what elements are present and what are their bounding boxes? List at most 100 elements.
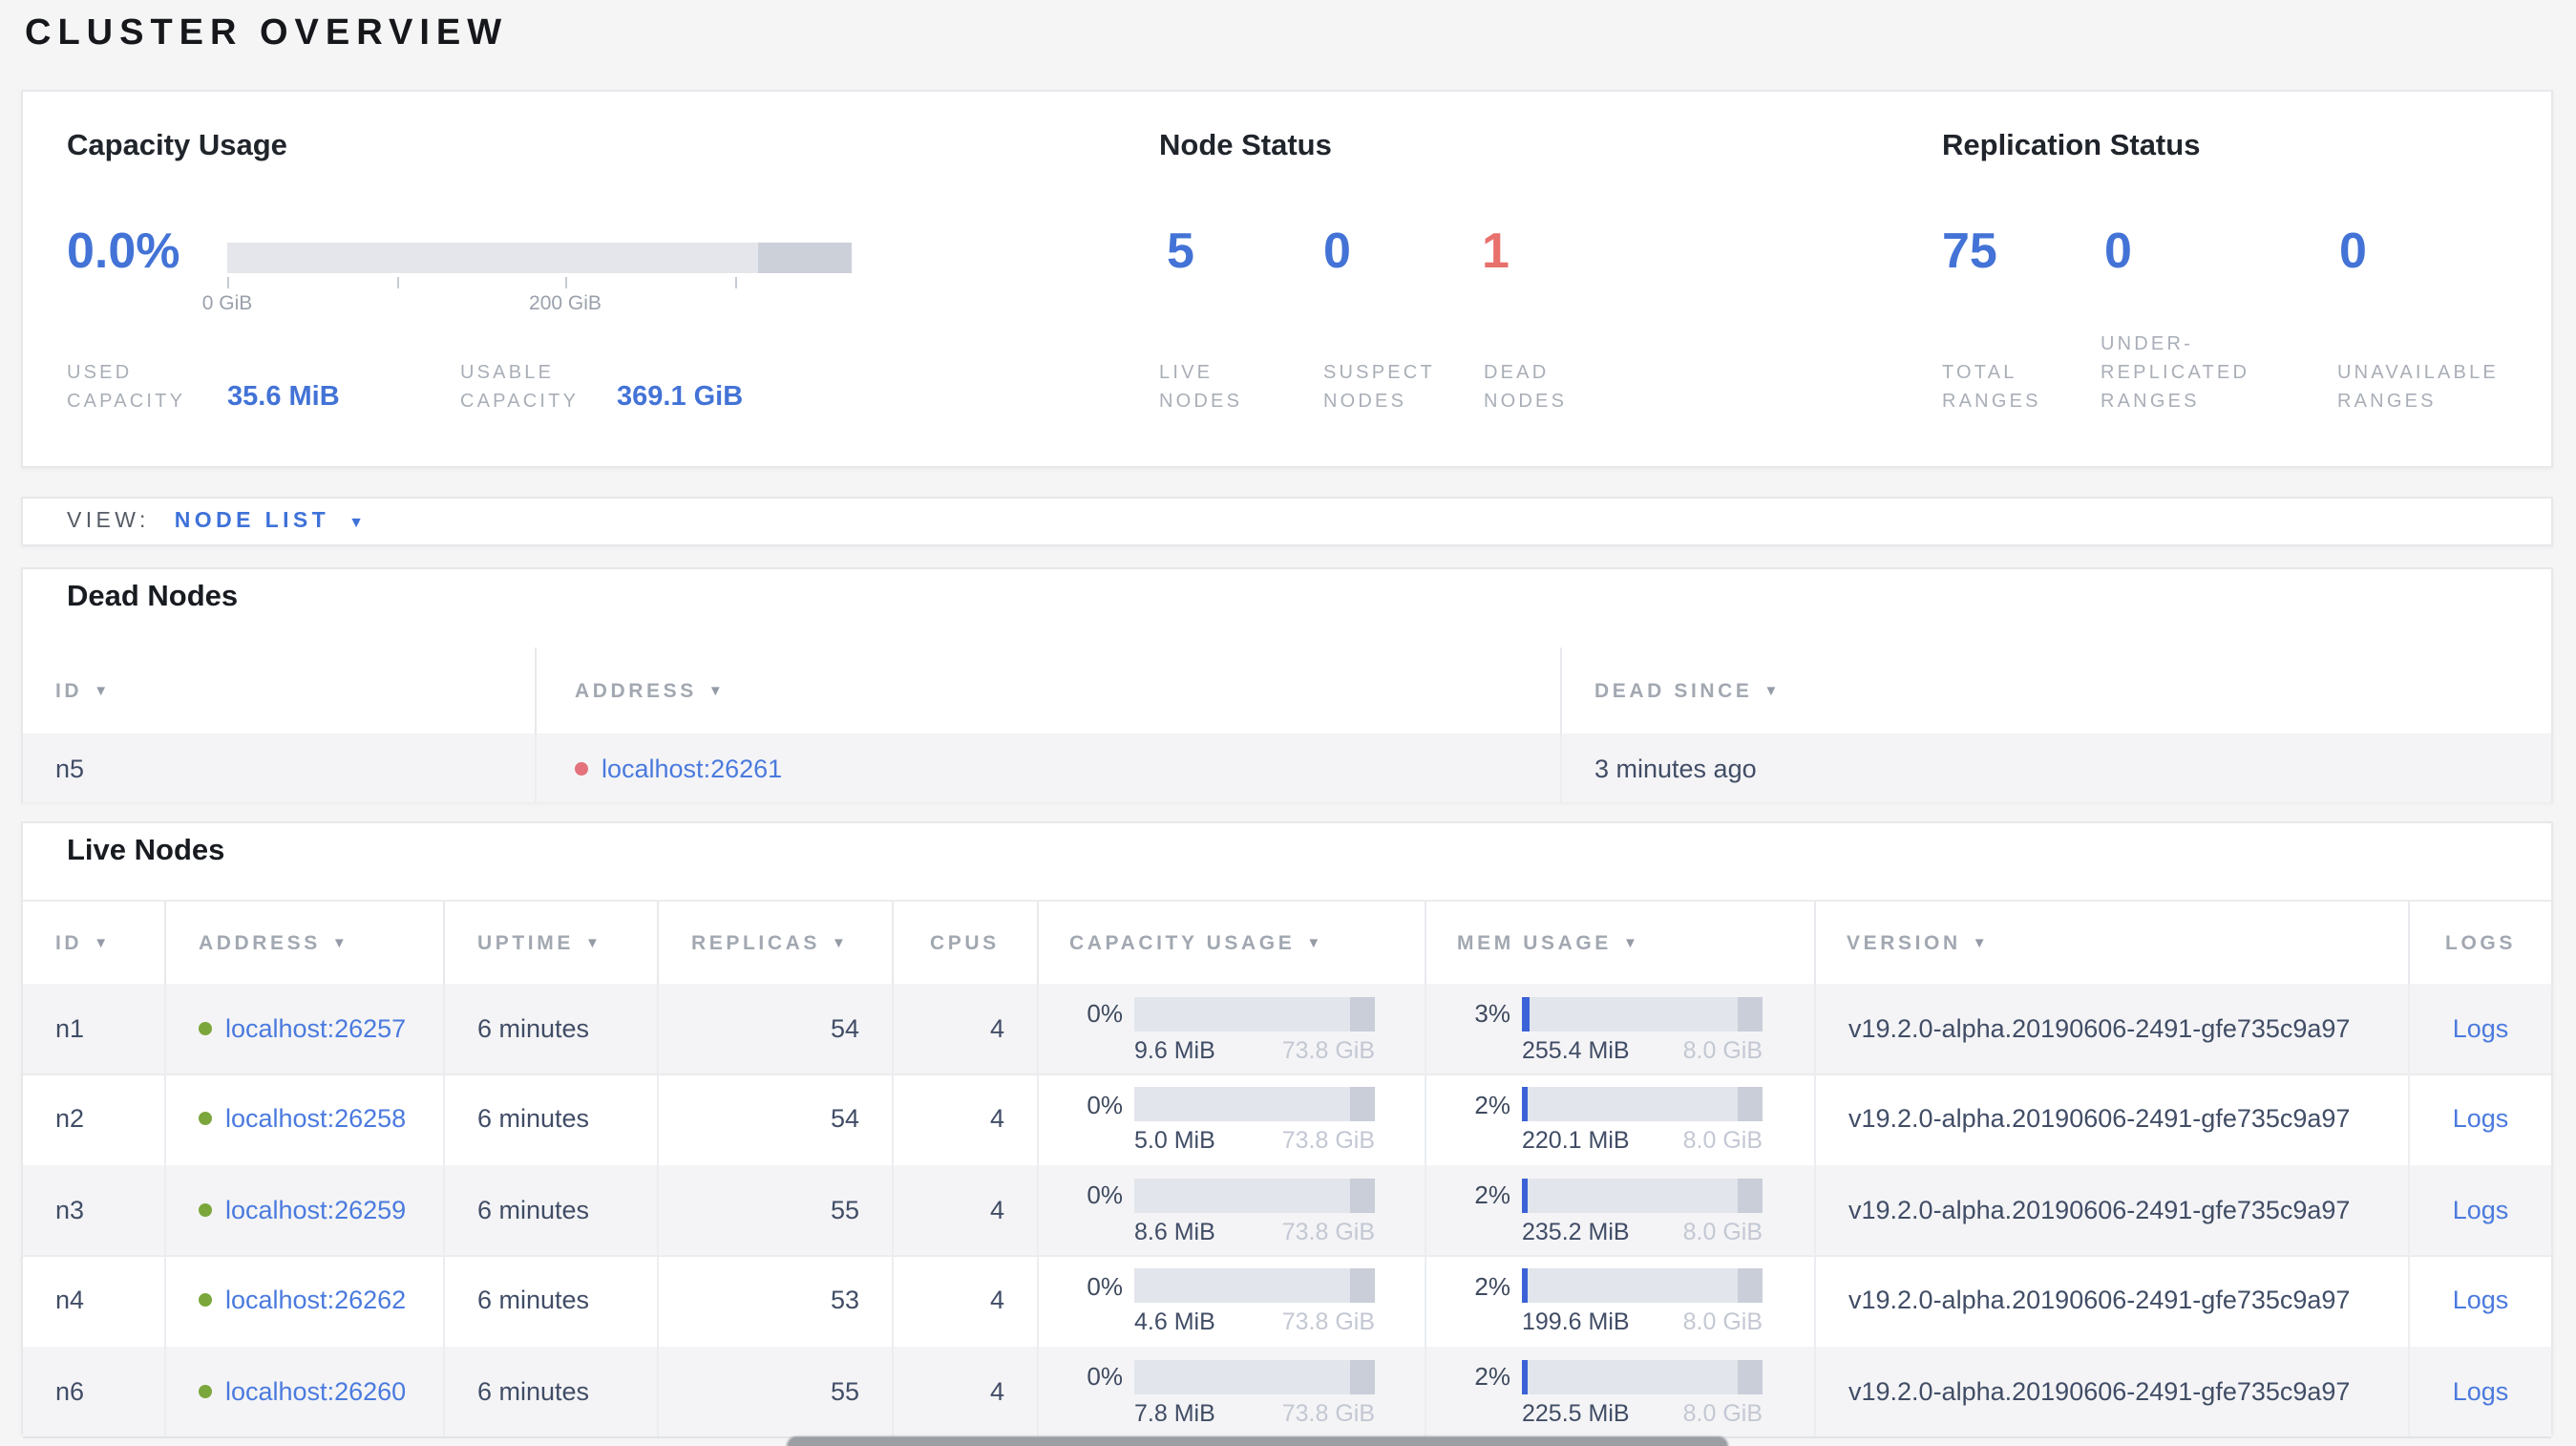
unavailable-ranges-count: 0 xyxy=(2339,222,2367,279)
cpus-count: 4 xyxy=(894,1255,1039,1346)
suspect-nodes-label: SUSPECT NODES xyxy=(1323,363,1435,413)
live-nodes-label: LIVE NODES xyxy=(1159,363,1243,413)
dead-nodes-label: DEAD NODES xyxy=(1484,363,1568,413)
replicas-count: 54 xyxy=(659,983,894,1074)
under-replicated-ranges-count: 0 xyxy=(2104,222,2132,279)
logs-cell: Logs xyxy=(2410,1164,2551,1255)
sort-descending-icon: ▼ xyxy=(1306,934,1324,951)
node-id: n2 xyxy=(23,1074,166,1164)
column-header-dead-since[interactable]: DEAD SINCE ▼ xyxy=(1562,648,2551,734)
column-header-capacity-usage[interactable]: CAPACITY USAGE ▼ xyxy=(1039,902,1426,984)
version: v19.2.0-alpha.20190606-2491-gfe735c9a97 xyxy=(1816,1074,2410,1164)
uptime: 6 minutes xyxy=(445,1255,659,1346)
column-header-uptime[interactable]: UPTIME ▼ xyxy=(445,902,659,984)
axis-tick xyxy=(396,277,399,288)
horizontal-scrollbar-thumb[interactable] xyxy=(787,1436,1728,1446)
live-node-row: n2 localhost:26258 6 minutes 54 4 0% 5.0… xyxy=(23,1074,2551,1166)
node-address-cell: localhost:26259 xyxy=(166,1164,445,1255)
capacity-gauge-reserved-segment xyxy=(757,243,852,273)
sort-descending-icon: ▼ xyxy=(94,934,112,951)
logs-link[interactable]: Logs xyxy=(2453,1287,2509,1315)
logs-link[interactable]: Logs xyxy=(2453,1196,2509,1224)
column-header-version[interactable]: VERSION ▼ xyxy=(1816,902,2410,984)
dead-nodes-card: Dead Nodes ID ▼ ADDRESS ▼ DEAD SINCE ▼ n5 l… xyxy=(21,567,2553,802)
logs-cell: Logs xyxy=(2410,1074,2551,1164)
mem-usage-cell: 3% 255.4 MiB 8.0 GiB xyxy=(1426,983,1816,1074)
dead-nodes-header-row: ID ▼ ADDRESS ▼ DEAD SINCE ▼ xyxy=(23,648,2551,734)
mem-usage-cell: 2% 199.6 MiB 8.0 GiB xyxy=(1426,1255,1816,1346)
node-address-cell: localhost:26261 xyxy=(537,734,1562,802)
node-id: n6 xyxy=(23,1346,166,1436)
column-header-address[interactable]: ADDRESS ▼ xyxy=(537,648,1562,734)
sort-descending-icon: ▼ xyxy=(707,682,727,699)
dead-status-dot xyxy=(575,761,588,775)
dead-since-value: 3 minutes ago xyxy=(1594,754,1757,782)
uptime: 6 minutes xyxy=(445,1164,659,1255)
node-id: n1 xyxy=(23,983,166,1074)
uptime: 6 minutes xyxy=(445,1074,659,1164)
logs-cell: Logs xyxy=(2410,983,2551,1074)
chevron-down-icon[interactable]: ▼ xyxy=(348,513,364,530)
usable-capacity-label: USABLE CAPACITY xyxy=(460,363,580,412)
column-header-logs: LOGS xyxy=(2445,931,2516,954)
axis-tick xyxy=(565,277,568,288)
logs-link[interactable]: Logs xyxy=(2453,1014,2509,1043)
capacity-usage-cell: 0% 7.8 MiB 73.8 GiB xyxy=(1039,1346,1426,1436)
axis-tick xyxy=(734,277,737,288)
node-id: n5 xyxy=(23,734,537,802)
cpus-count: 4 xyxy=(894,1164,1039,1255)
logs-cell: Logs xyxy=(2410,1255,2551,1346)
column-header-replicas[interactable]: REPLICAS ▼ xyxy=(659,902,894,984)
sort-descending-icon: ▼ xyxy=(832,934,850,951)
uptime: 6 minutes xyxy=(445,983,659,1074)
live-status-dot xyxy=(199,1293,212,1308)
view-selector-bar: VIEW: NODE LIST ▼ xyxy=(21,497,2553,546)
capacity-percent: 0.0% xyxy=(67,222,180,279)
mem-usage-cell: 2% 220.1 MiB 8.0 GiB xyxy=(1426,1074,1816,1164)
column-header-mem-usage[interactable]: MEM USAGE ▼ xyxy=(1426,902,1816,984)
cpus-count: 4 xyxy=(894,1346,1039,1436)
live-nodes-heading: Live Nodes xyxy=(67,835,225,867)
logs-link[interactable]: Logs xyxy=(2453,1377,2509,1406)
logs-link[interactable]: Logs xyxy=(2453,1105,2509,1134)
memory-bar xyxy=(1522,996,1763,1031)
sort-descending-icon: ▼ xyxy=(1763,682,1782,699)
axis-tick-label: 200 GiB xyxy=(529,292,602,315)
logs-cell: Logs xyxy=(2410,1346,2551,1436)
view-dropdown[interactable]: NODE LIST xyxy=(175,510,329,533)
unavailable-ranges-label: UNAVAILABLE RANGES xyxy=(2337,363,2499,413)
capacity-usage-cell: 0% 9.6 MiB 73.8 GiB xyxy=(1039,983,1426,1074)
axis-tick xyxy=(227,277,229,288)
live-node-row: n4 localhost:26262 6 minutes 53 4 0% 4.6… xyxy=(23,1255,2551,1348)
node-address-link[interactable]: localhost:26261 xyxy=(602,754,782,782)
live-status-dot xyxy=(199,1202,212,1217)
capacity-bar xyxy=(1134,1178,1375,1212)
node-address-link[interactable]: localhost:26259 xyxy=(225,1196,406,1224)
node-address-link[interactable]: localhost:26257 xyxy=(225,1014,406,1043)
node-address-link[interactable]: localhost:26258 xyxy=(225,1105,406,1134)
uptime: 6 minutes xyxy=(445,1346,659,1436)
replicas-count: 53 xyxy=(659,1255,894,1346)
live-nodes-header-row: ID ▼ ADDRESS ▼ UPTIME ▼ REPLICAS ▼ CPUS CAPA… xyxy=(23,900,2551,984)
node-address-link[interactable]: localhost:26260 xyxy=(225,1377,406,1406)
node-address-cell: localhost:26257 xyxy=(166,983,445,1074)
total-ranges-count: 75 xyxy=(1942,222,1997,279)
replicas-count: 55 xyxy=(659,1346,894,1436)
suspect-nodes-count: 0 xyxy=(1323,222,1351,279)
column-header-address[interactable]: ADDRESS ▼ xyxy=(166,902,445,984)
column-header-id[interactable]: ID ▼ xyxy=(23,902,166,984)
column-header-cpus[interactable]: CPUS xyxy=(894,902,1039,984)
node-address-link[interactable]: localhost:26262 xyxy=(225,1287,406,1315)
sort-descending-icon: ▼ xyxy=(584,934,603,951)
page-title: CLUSTER OVERVIEW xyxy=(25,13,509,53)
summary-card: Capacity Usage 0.0% 0 GiB 200 GiB USED C… xyxy=(21,90,2553,468)
sort-descending-icon: ▼ xyxy=(331,934,350,951)
memory-bar xyxy=(1522,1268,1763,1303)
column-header-id[interactable]: ID ▼ xyxy=(23,648,537,734)
node-id: n3 xyxy=(23,1164,166,1255)
sort-descending-icon: ▼ xyxy=(1972,934,1991,951)
dead-node-row: n5 localhost:26261 3 minutes ago xyxy=(23,734,2551,802)
total-ranges-label: TOTAL RANGES xyxy=(1942,363,2041,413)
replicas-count: 54 xyxy=(659,1074,894,1164)
live-status-dot xyxy=(199,1384,212,1398)
